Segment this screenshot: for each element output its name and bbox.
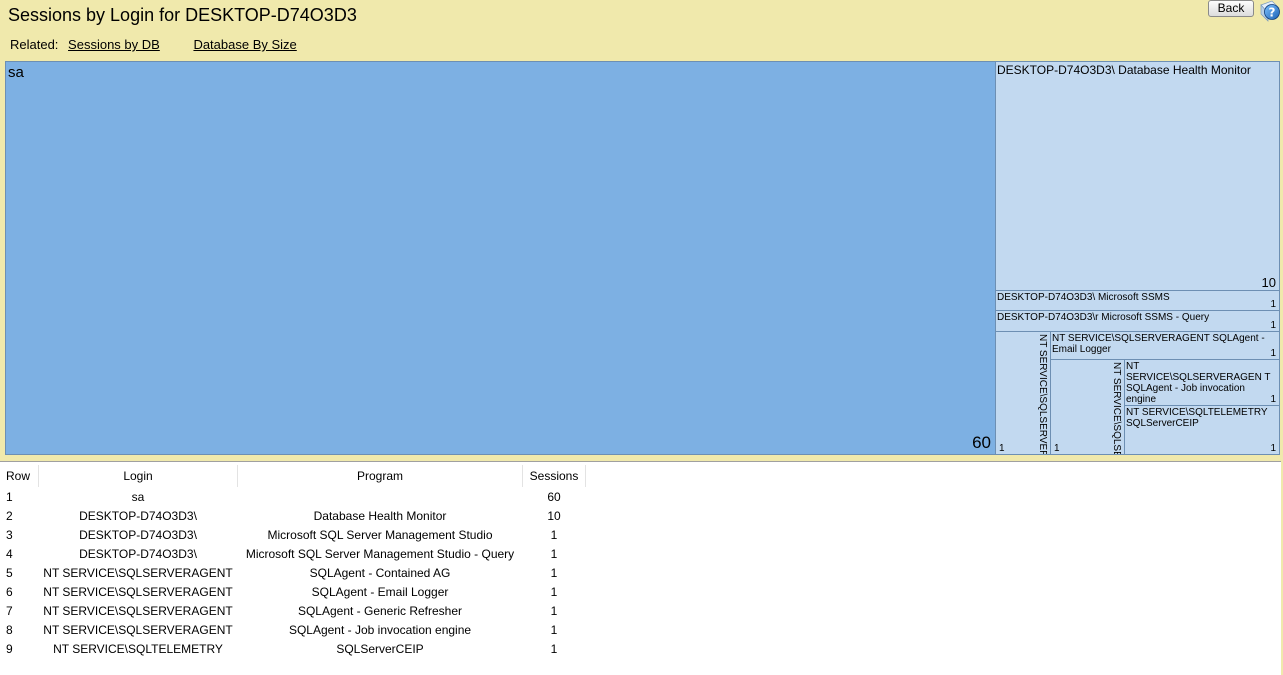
treemap-tile-label: DESKTOP-D74O3D3\ Database Health Monitor xyxy=(997,63,1251,77)
cell-row: 6 xyxy=(6,584,13,599)
cell-login: NT SERVICE\SQLSERVERAGENT xyxy=(43,622,233,637)
treemap-tile[interactable]: DESKTOP-D74O3D3\ Database Health Monitor… xyxy=(995,61,1280,291)
table-row[interactable]: 7 NT SERVICE\SQLSERVERAGENT SQLAgent - Gen… xyxy=(2,601,586,620)
cell-program xyxy=(238,487,523,506)
treemap-tile[interactable]: DESKTOP-D74O3D3\ Microsoft SSMS 1 xyxy=(995,290,1280,311)
cell-sessions: 1 xyxy=(550,641,558,656)
table-header-row: Row Login Program Sessions xyxy=(2,465,586,487)
cell-login: DESKTOP-D74O3D3\ xyxy=(79,508,197,523)
column-header-program[interactable]: Program xyxy=(237,465,523,487)
treemap-tile-label: NT SERVICE\SQLSERVERAGENT SQLAgent - Ema… xyxy=(1052,333,1265,355)
cell-row: 4 xyxy=(6,546,13,561)
table-row[interactable]: 9 NT SERVICE\SQLTELEMETRY SQLServerCEIP 1 xyxy=(2,639,586,658)
cell-row: 2 xyxy=(6,508,13,523)
cell-login: NT SERVICE\SQLSERVERAGENT xyxy=(43,603,233,618)
treemap-tile[interactable]: NT SERVICE\SQLSERVERAGEN T SQLAgent - Jo… xyxy=(1124,359,1280,406)
treemap-tile-value: 60 xyxy=(972,433,991,452)
table-row[interactable]: 8 NT SERVICE\SQLSERVERAGENT SQLAgent - Job… xyxy=(2,620,586,639)
treemap-tile-value: 10 xyxy=(1261,275,1276,290)
treemap-tile[interactable]: NT SERVICE\SQLTELEMETRY SQLServerCEIP 1 xyxy=(1124,405,1280,455)
table-row[interactable]: 2 DESKTOP-D74O3D3\ Database Health Monitor… xyxy=(2,506,586,525)
treemap-tile-value: 1 xyxy=(1270,320,1276,331)
related-label: Related: xyxy=(10,37,59,52)
cell-sessions: 10 xyxy=(547,508,561,523)
table-row[interactable]: 3 DESKTOP-D74O3D3\ Microsoft SQL Server Ma… xyxy=(2,525,586,544)
help-icon[interactable]: ? xyxy=(1258,0,1280,22)
cell-program: SQLAgent - Job invocation engine xyxy=(288,622,472,637)
treemap-tile-value: 1 xyxy=(1270,443,1276,454)
cell-program: Microsoft SQL Server Management Studio xyxy=(267,527,493,542)
treemap-tile-label: NT SERVICE\SQLTELEMETRY SQLServerCEIP xyxy=(1126,407,1268,429)
treemap-tile[interactable]: DESKTOP-D74O3D3\r Microsoft SSMS - Query… xyxy=(995,310,1280,332)
cell-sessions: 60 xyxy=(547,489,561,504)
treemap-tile-label: NT SERVICE\SQLSERVERAGEN T SQLAgent - Jo… xyxy=(1126,361,1271,405)
cell-login: NT SERVICE\SQLSERVERAGENT xyxy=(43,565,233,580)
cell-sessions: 1 xyxy=(550,622,558,637)
cell-row: 8 xyxy=(6,622,13,637)
treemap-tile-value: 1 xyxy=(1270,299,1276,310)
cell-sessions: 1 xyxy=(550,565,558,580)
sessions-treemap: sa 60 DESKTOP-D74O3D3\ Database Health Mon… xyxy=(5,61,1280,455)
cell-login: sa xyxy=(131,489,145,504)
cell-program: SQLServerCEIP xyxy=(336,641,424,656)
sessions-table: Row Login Program Sessions 1 sa 60 2 DESKTOP-D7… xyxy=(2,465,586,658)
cell-sessions: 1 xyxy=(550,546,558,561)
treemap-tile-value: 1 xyxy=(1270,394,1276,405)
treemap-tile-label: NT SERVICE\SQLSE RVERAGENT SQLAgent - Ge… xyxy=(1111,362,1122,454)
column-header-login[interactable]: Login xyxy=(38,465,238,487)
table-row[interactable]: 4 DESKTOP-D74O3D3\ Microsoft SQL Server Ma… xyxy=(2,544,586,563)
cell-row: 5 xyxy=(6,565,13,580)
treemap-tile[interactable]: sa 60 xyxy=(5,61,996,455)
cell-sessions: 1 xyxy=(550,584,558,599)
cell-program: SQLAgent - Email Logger xyxy=(311,584,449,599)
treemap-tile-label: DESKTOP-D74O3D3\r Microsoft SSMS - Query xyxy=(997,312,1210,323)
treemap-tile-value: 1 xyxy=(1054,443,1060,454)
table-row[interactable]: 1 sa 60 xyxy=(2,487,586,506)
cell-sessions: 1 xyxy=(550,527,558,542)
treemap-tile[interactable]: NT SERVICE\SQLSE RVERAGENT SQLAgent - Ge… xyxy=(1050,359,1125,455)
treemap-tile-value: 1 xyxy=(999,443,1005,454)
page-title: Sessions by Login for DESKTOP-D74O3D3 xyxy=(8,5,357,25)
cell-login: NT SERVICE\SQLTELEMETRY xyxy=(53,641,223,656)
cell-login: DESKTOP-D74O3D3\ xyxy=(79,527,197,542)
cell-program: Database Health Monitor xyxy=(313,508,447,523)
treemap-tile-label: DESKTOP-D74O3D3\ Microsoft SSMS xyxy=(997,292,1170,303)
column-header-sessions[interactable]: Sessions xyxy=(522,465,586,487)
column-header-row[interactable]: Row xyxy=(2,465,39,487)
cell-program: SQLAgent - Generic Refresher xyxy=(297,603,463,618)
sessions-grid: Row Login Program Sessions 1 sa 60 2 DESKTOP-D7… xyxy=(0,461,1281,675)
svg-text:?: ? xyxy=(1269,6,1276,20)
cell-program: SQLAgent - Contained AG xyxy=(309,565,451,580)
cell-login: DESKTOP-D74O3D3\ xyxy=(79,546,197,561)
related-bar: Related: Sessions by DB Database By Size xyxy=(10,37,297,52)
table-body: 1 sa 60 2 DESKTOP-D74O3D3\ Database Health Mo… xyxy=(2,487,586,658)
treemap-tile[interactable]: NT SERVICE\SQLSERVER AGENT SQLAgent - Co… xyxy=(995,331,1051,455)
back-button[interactable]: Back xyxy=(1208,0,1254,17)
cell-row: 7 xyxy=(6,603,13,618)
treemap-tile-label: NT SERVICE\SQLSERVER AGENT SQLAgent - Co… xyxy=(1037,334,1048,454)
table-row[interactable]: 5 NT SERVICE\SQLSERVERAGENT SQLAgent - Con… xyxy=(2,563,586,582)
link-sessions-by-db[interactable]: Sessions by DB xyxy=(68,37,160,52)
treemap-tile-label: sa xyxy=(8,64,24,81)
link-database-by-size[interactable]: Database By Size xyxy=(193,37,296,52)
cell-row: 1 xyxy=(6,489,13,504)
cell-row: 9 xyxy=(6,641,13,656)
cell-login: NT SERVICE\SQLSERVERAGENT xyxy=(43,584,233,599)
table-row[interactable]: 6 NT SERVICE\SQLSERVERAGENT SQLAgent - Ema… xyxy=(2,582,586,601)
cell-row: 3 xyxy=(6,527,13,542)
cell-program: Microsoft SQL Server Management Studio -… xyxy=(245,546,515,561)
treemap-tile-value: 1 xyxy=(1270,348,1276,359)
treemap-tile[interactable]: NT SERVICE\SQLSERVERAGENT SQLAgent - Ema… xyxy=(1050,331,1280,360)
cell-sessions: 1 xyxy=(550,603,558,618)
